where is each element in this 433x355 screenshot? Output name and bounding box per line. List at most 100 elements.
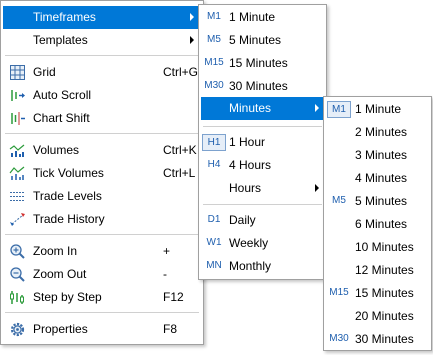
menu-item-tick-volumes[interactable]: Tick Volumes Ctrl+L — [3, 162, 201, 185]
minutes-item-10[interactable]: 10 Minutes — [326, 236, 429, 259]
timeframe-code: M1 — [327, 101, 351, 118]
submenu-arrow-icon — [190, 36, 194, 44]
minutes-item-12[interactable]: 12 Minutes — [326, 259, 429, 282]
timeframe-code: H4 — [207, 159, 221, 170]
timeframe-item-minutes[interactable]: Minutes — [201, 97, 324, 120]
minutes-item-6[interactable]: 6 Minutes — [326, 213, 429, 236]
minutes-item-4[interactable]: 4 Minutes — [326, 167, 429, 190]
menu-item-label: Properties — [33, 322, 88, 336]
menu-separator — [203, 126, 322, 127]
timeframe-item-d1[interactable]: D1 Daily — [201, 209, 324, 232]
menu-item-templates[interactable]: Templates — [3, 29, 201, 52]
timeframes-submenu: M1 1 Minute M5 5 Minutes M15 15 Minutes … — [198, 4, 327, 280]
menu-item-shortcut: Ctrl+G — [163, 65, 199, 79]
timeframe-item-m1[interactable]: M1 1 Minute — [201, 6, 324, 29]
timeframe-label: 15 Minutes — [229, 56, 288, 70]
timeframe-label: Hours — [229, 181, 262, 195]
timeframe-item-m30[interactable]: M30 30 Minutes — [201, 75, 324, 98]
submenu-arrow-icon — [315, 104, 319, 112]
menu-item-timeframes[interactable]: Timeframes — [3, 6, 201, 29]
timeframe-label: 5 Minutes — [229, 33, 282, 47]
minutes-submenu: M1 1 Minute 2 Minutes 3 Minutes 4 Minute… — [323, 96, 432, 351]
submenu-arrow-icon — [315, 184, 319, 192]
minutes-label: 12 Minutes — [355, 263, 414, 277]
minutes-label: 15 Minutes — [355, 286, 414, 300]
minutes-label: 5 Minutes — [355, 194, 408, 208]
timeframe-code: M30 — [204, 80, 224, 91]
timeframe-item-mn[interactable]: MN Monthly — [201, 255, 324, 278]
zoom-in-icon — [9, 243, 26, 260]
timeframe-item-hours[interactable]: Hours — [201, 177, 324, 200]
menu-item-label: Templates — [33, 33, 88, 47]
timeframe-code: M15 — [204, 57, 224, 68]
timeframe-code: D1 — [207, 214, 221, 225]
timeframe-label: 4 Hours — [229, 158, 272, 172]
menu-item-label: Tick Volumes — [33, 166, 104, 180]
timeframe-label: 1 Hour — [229, 135, 266, 149]
menu-item-volumes[interactable]: Volumes Ctrl+K — [3, 139, 201, 162]
menu-item-grid[interactable]: Grid Ctrl+G — [3, 61, 201, 84]
chart-shift-icon — [9, 110, 26, 127]
minutes-item-5[interactable]: M5 5 Minutes — [326, 190, 429, 213]
timeframe-label: Daily — [229, 213, 256, 227]
menu-item-auto-scroll[interactable]: Auto Scroll — [3, 84, 201, 107]
timeframe-label: Minutes — [229, 101, 272, 115]
menu-separator — [5, 312, 199, 313]
timeframe-code: MN — [206, 260, 222, 271]
minutes-item-2[interactable]: 2 Minutes — [326, 121, 429, 144]
menu-item-properties[interactable]: Properties F8 — [3, 318, 201, 341]
menu-item-shortcut: - — [163, 267, 167, 281]
timeframe-code: H1 — [202, 134, 226, 151]
context-menu-stage: Timeframes Templates Grid Ctrl+G Auto Sc… — [0, 0, 433, 355]
minutes-label: 3 Minutes — [355, 148, 408, 162]
timeframe-code: M15 — [329, 287, 349, 298]
trade-levels-icon — [9, 188, 26, 205]
menu-item-trade-levels[interactable]: Trade Levels — [3, 185, 201, 208]
minutes-label: 1 Minute — [355, 102, 402, 116]
timeframe-label: 1 Minute — [229, 10, 276, 24]
menu-item-label: Chart Shift — [33, 111, 90, 125]
timeframe-code: M30 — [329, 333, 349, 344]
menu-item-zoom-out[interactable]: Zoom Out - — [3, 263, 201, 286]
minutes-label: 20 Minutes — [355, 309, 414, 323]
minutes-item-20[interactable]: 20 Minutes — [326, 305, 429, 328]
minutes-item-3[interactable]: 3 Minutes — [326, 144, 429, 167]
gear-icon — [9, 321, 26, 338]
menu-item-step-by-step[interactable]: Step by Step F12 — [3, 286, 201, 309]
timeframe-item-h1[interactable]: H1 1 Hour — [201, 131, 324, 154]
menu-item-trade-history[interactable]: Trade History — [3, 208, 201, 231]
timeframe-label: Monthly — [229, 259, 272, 273]
menu-separator — [203, 204, 322, 205]
zoom-out-icon — [9, 266, 26, 283]
timeframe-item-m5[interactable]: M5 5 Minutes — [201, 29, 324, 52]
menu-separator — [5, 234, 199, 235]
minutes-item-30[interactable]: M30 30 Minutes — [326, 328, 429, 351]
timeframe-item-m15[interactable]: M15 15 Minutes — [201, 52, 324, 75]
menu-item-label: Step by Step — [33, 290, 102, 304]
minutes-label: 2 Minutes — [355, 125, 408, 139]
menu-item-zoom-in[interactable]: Zoom In + — [3, 240, 201, 263]
minutes-item-15[interactable]: M15 15 Minutes — [326, 282, 429, 305]
menu-separator — [5, 55, 199, 56]
timeframe-item-h4[interactable]: H4 4 Hours — [201, 154, 324, 177]
menu-item-shortcut: Ctrl+K — [163, 143, 197, 157]
volumes-icon — [9, 142, 26, 159]
timeframe-code: M1 — [207, 11, 221, 22]
menu-item-label: Trade Levels — [33, 189, 102, 203]
minutes-label: 6 Minutes — [355, 217, 408, 231]
menu-item-label: Volumes — [33, 143, 80, 157]
step-by-step-icon — [9, 289, 26, 306]
timeframe-code: W1 — [206, 237, 222, 248]
timeframe-code: M5 — [207, 34, 221, 45]
menu-item-label: Timeframes — [33, 10, 96, 24]
menu-item-label: Grid — [33, 65, 56, 79]
minutes-item-1[interactable]: M1 1 Minute — [326, 98, 429, 121]
menu-item-chart-shift[interactable]: Chart Shift — [3, 107, 201, 130]
grid-icon — [9, 64, 26, 81]
menu-item-label: Auto Scroll — [33, 88, 92, 102]
menu-item-label: Zoom Out — [33, 267, 87, 281]
minutes-label: 10 Minutes — [355, 240, 414, 254]
menu-item-shortcut: F8 — [163, 322, 178, 336]
timeframe-item-w1[interactable]: W1 Weekly — [201, 232, 324, 255]
menu-item-label: Zoom In — [33, 244, 78, 258]
